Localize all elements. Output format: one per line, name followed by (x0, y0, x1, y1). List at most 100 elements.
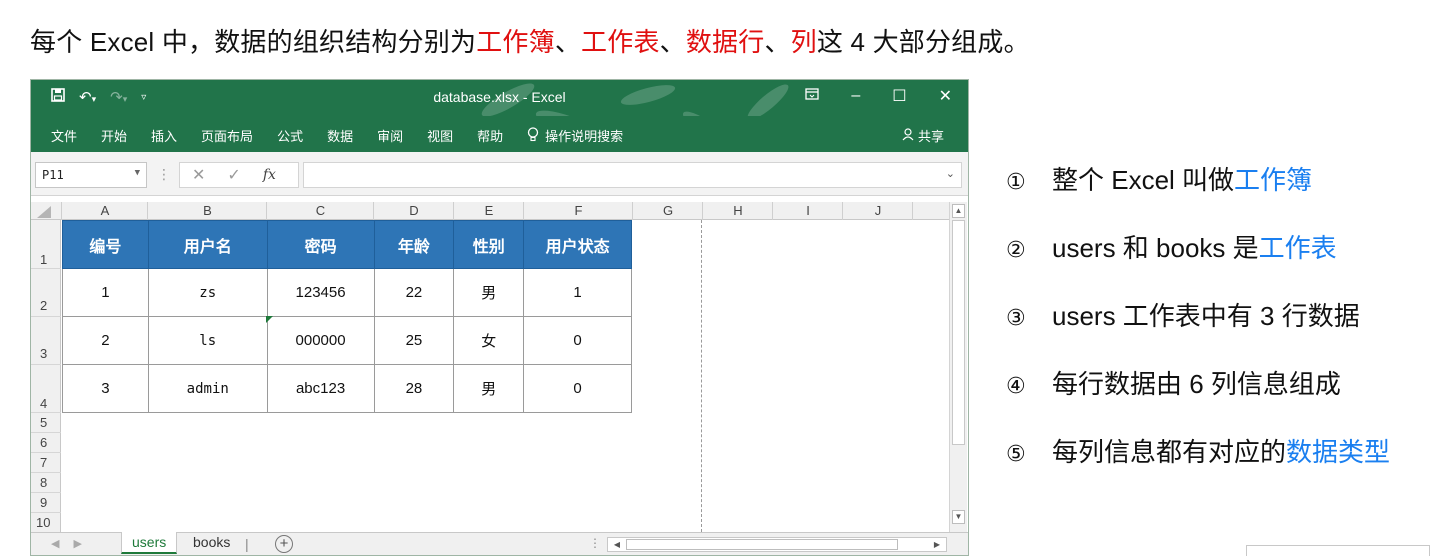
scroll-down-icon[interactable]: ▼ (952, 510, 965, 524)
header-cell-username[interactable]: 用户名 (147, 220, 268, 269)
tab-review[interactable]: 审阅 (377, 126, 403, 145)
formula-bar[interactable]: ⌄ (303, 162, 962, 188)
tab-insert[interactable]: 插入 (151, 126, 177, 145)
table-cell[interactable]: 0 (523, 364, 632, 413)
column-header-g[interactable]: G (633, 202, 703, 220)
header-cell-password[interactable]: 密码 (266, 220, 375, 269)
table-cell[interactable]: 男 (453, 268, 525, 317)
table-cell[interactable]: zs (147, 268, 268, 317)
sheet-tab-books[interactable]: books (183, 532, 240, 554)
tab-home[interactable]: 开始 (101, 126, 127, 145)
row-header-6[interactable]: 6 (31, 435, 61, 450)
row-header-7[interactable]: 7 (31, 455, 61, 470)
row-header-3[interactable]: 3 (31, 346, 61, 361)
window-controls: – ☐ ✕ (805, 86, 952, 106)
tab-page-layout[interactable]: 页面布局 (201, 126, 253, 145)
select-all-corner[interactable] (37, 206, 51, 218)
header-cell-status[interactable]: 用户状态 (523, 220, 632, 269)
scroll-right-icon[interactable]: ▶ (930, 538, 944, 551)
table-cell[interactable]: 000000 (266, 316, 375, 365)
cancel-icon[interactable]: ✕ (192, 165, 205, 185)
text-number-indicator (266, 316, 273, 323)
header-cell-age[interactable]: 年龄 (373, 220, 455, 269)
header-cell-gender[interactable]: 性别 (453, 220, 525, 269)
sheet-tab-users[interactable]: users (121, 532, 178, 554)
table-cell[interactable]: 22 (373, 268, 455, 317)
column-header-h[interactable]: H (703, 202, 773, 220)
sheet-tab-bar: ◀▶ users books | + ⋮ ◀ ▶ (31, 532, 968, 555)
expand-formula-bar-icon[interactable]: ⌄ (946, 167, 955, 180)
table-row: 1 zs 123456 22 男 1 (62, 268, 632, 317)
scroll-up-icon[interactable]: ▲ (952, 204, 965, 218)
tell-me-search[interactable]: 操作说明搜索 (527, 126, 623, 145)
heading-term-workbook: 工作簿 (476, 27, 555, 57)
table-cell[interactable]: abc123 (266, 364, 375, 413)
table-cell[interactable]: admin (147, 364, 268, 413)
sheet-nav-arrows-icon[interactable]: ◀▶ (51, 537, 96, 550)
heading-term-column: 列 (790, 27, 817, 57)
note-number: ② (1006, 237, 1026, 262)
column-header-d[interactable]: D (374, 202, 454, 220)
column-header-e[interactable]: E (454, 202, 524, 220)
row-header-8[interactable]: 8 (31, 475, 61, 490)
row-header-4[interactable]: 4 (31, 396, 61, 411)
note-item: ① 整个 Excel 叫做工作簿 (1006, 160, 1312, 197)
tab-divider: | (245, 536, 249, 552)
table-cell[interactable]: 25 (373, 316, 455, 365)
tab-file[interactable]: 文件 (51, 126, 77, 145)
add-sheet-icon[interactable]: + (275, 535, 293, 553)
heading-prefix: 每个 Excel 中，数据的组织结构分别为 (30, 27, 477, 57)
table-cell[interactable]: 0 (523, 316, 632, 365)
scroll-left-icon[interactable]: ◀ (610, 538, 624, 551)
scroll-thumb[interactable] (626, 539, 898, 550)
table-cell[interactable]: ls (147, 316, 268, 365)
ribbon-display-options-icon[interactable] (805, 87, 819, 105)
column-header-i[interactable]: I (773, 202, 843, 220)
ribbon-tabs: 文件 开始 插入 页面布局 公式 数据 审阅 视图 帮助 操作说明搜索 (51, 126, 647, 145)
table-cell[interactable]: 28 (373, 364, 455, 413)
vertical-scrollbar[interactable]: ▲ ▼ (949, 202, 967, 532)
note-text: 整个 Excel 叫做 (1052, 165, 1235, 195)
excel-window: ↶▾ ↷▾ ▿ database.xlsx - Excel – ☐ ✕ 文件 开… (30, 79, 969, 556)
heading-term-worksheet: 工作表 (581, 27, 660, 57)
table-cell[interactable]: 1 (62, 268, 149, 317)
tab-data[interactable]: 数据 (327, 126, 353, 145)
note-number: ③ (1006, 305, 1026, 330)
heading-sep: 、 (764, 27, 791, 57)
share-button[interactable]: 共享 (902, 126, 944, 145)
row-header-5[interactable]: 5 (31, 415, 61, 430)
row-header-2[interactable]: 2 (31, 298, 61, 313)
note-text: users 工作表中有 3 行数据 (1052, 301, 1360, 331)
column-header-b[interactable]: B (148, 202, 267, 220)
row-header-9[interactable]: 9 (31, 495, 61, 510)
note-text: 每列信息都有对应的 (1052, 437, 1287, 467)
maximize-icon[interactable]: ☐ (892, 86, 906, 106)
scroll-thumb[interactable] (952, 220, 965, 445)
horizontal-scrollbar[interactable]: ◀ ▶ (607, 537, 947, 552)
insert-function-icon[interactable]: fx (263, 167, 276, 183)
vertical-dots-icon[interactable]: ⋮ (589, 536, 601, 550)
close-icon[interactable]: ✕ (939, 86, 952, 106)
table-cell[interactable]: 123456 (266, 268, 375, 317)
tab-view[interactable]: 视图 (427, 126, 453, 145)
chevron-down-icon[interactable]: ▼ (135, 168, 140, 178)
note-item: ③ users 工作表中有 3 行数据 (1006, 296, 1360, 333)
table-cell[interactable]: 3 (62, 364, 149, 413)
minimize-icon[interactable]: – (851, 87, 860, 105)
header-cell-id[interactable]: 编号 (62, 220, 149, 269)
table-cell[interactable]: 男 (453, 364, 525, 413)
tab-formulas[interactable]: 公式 (277, 126, 303, 145)
column-header-a[interactable]: A (62, 202, 148, 220)
note-highlight: 工作簿 (1234, 165, 1313, 195)
enter-icon[interactable]: ✓ (227, 165, 240, 185)
table-cell[interactable]: 女 (453, 316, 525, 365)
column-header-f[interactable]: F (524, 202, 633, 220)
table-cell[interactable]: 2 (62, 316, 149, 365)
row-header-10[interactable]: 10 (31, 515, 61, 530)
column-header-j[interactable]: J (843, 202, 913, 220)
table-cell[interactable]: 1 (523, 268, 632, 317)
tab-help[interactable]: 帮助 (477, 126, 503, 145)
column-header-c[interactable]: C (267, 202, 374, 220)
row-header-1[interactable]: 1 (31, 252, 61, 267)
name-box[interactable]: P11 ▼ (35, 162, 147, 188)
